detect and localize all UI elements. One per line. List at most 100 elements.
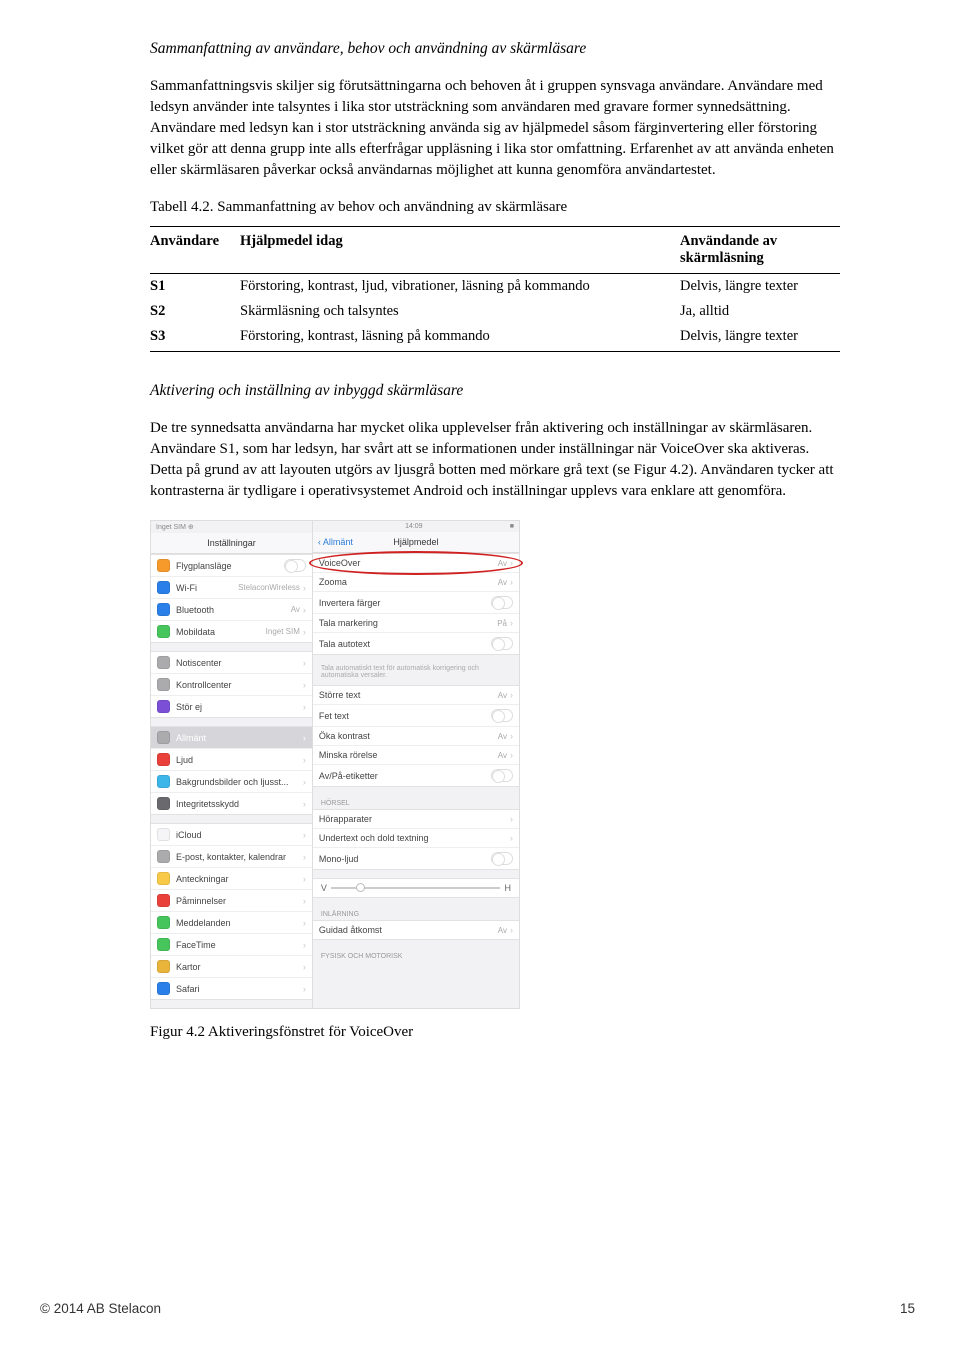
chevron-right-icon: › [303,658,306,668]
settings-row[interactable]: Allmänt › [151,727,312,749]
toggle-switch[interactable] [491,709,513,722]
cell-value: Av [498,691,507,700]
settings-row[interactable]: Kontrollcenter › [151,674,312,696]
cell-label: Flygplansläge [176,561,284,571]
chevron-right-icon: › [510,731,513,741]
settings-row[interactable]: Bakgrundsbilder och ljusst... › [151,771,312,793]
settings-row[interactable]: Wi-Fi StelaconWireless› [151,577,312,599]
settings-row[interactable]: E-post, kontakter, kalendrar › [151,846,312,868]
settings-row[interactable]: Safari › [151,978,312,999]
settings-row[interactable]: Kartor › [151,956,312,978]
app-icon [157,872,170,885]
right-navbar-title: Hjälpmedel [393,537,438,547]
settings-row[interactable]: Notiscenter › [151,652,312,674]
cell-label: Wi-Fi [176,583,238,593]
chevron-right-icon: › [303,777,306,787]
app-icon [157,916,170,929]
toggle-switch[interactable] [491,637,513,650]
cell-label: Tala autotext [319,639,491,649]
cell-label: Notiscenter [176,658,303,668]
cell-label: Zooma [319,577,498,587]
settings-row[interactable]: Större text Av› [313,686,519,705]
settings-row[interactable]: Ljud › [151,749,312,771]
chevron-right-icon: › [303,962,306,972]
settings-row[interactable]: Minska rörelse Av› [313,746,519,765]
settings-row[interactable]: Öka kontrast Av› [313,727,519,746]
settings-row[interactable]: FaceTime › [151,934,312,956]
settings-row[interactable]: Flygplansläge [151,555,312,577]
settings-row[interactable]: Meddelanden › [151,912,312,934]
th-aid: Hjälpmedel idag [240,227,680,274]
cell-usage: Ja, alltid [680,299,840,324]
settings-row[interactable]: Tala autotext [313,633,519,654]
cell-label: Kartor [176,962,303,972]
settings-row[interactable]: iCloud › [151,824,312,846]
app-icon [157,894,170,907]
settings-row[interactable]: Zooma Av› [313,573,519,592]
cell-label: Invertera färger [319,598,491,608]
cell-value: Av [498,751,507,760]
balance-slider[interactable]: V H [313,879,519,897]
app-icon [157,850,170,863]
cell-usage: Delvis, längre texter [680,324,840,352]
toggle-switch[interactable] [491,852,513,865]
figure-ios-settings: Inget SIM ⊕ Inställningar Flygplansläge … [150,520,520,1009]
settings-row[interactable]: Integritetsskydd › [151,793,312,814]
cell-label: Hörapparater [319,814,510,824]
chevron-right-icon: › [510,690,513,700]
chevron-right-icon: › [510,558,513,568]
app-icon [157,625,170,638]
settings-row[interactable]: Tala markering På› [313,614,519,633]
settings-row[interactable]: Mobildata Inget SIM› [151,621,312,642]
cell-value: StelaconWireless [238,583,300,592]
th-user: Användare [150,227,240,274]
settings-row[interactable]: Anteckningar › [151,868,312,890]
section-header: INLÄRNING [313,906,519,920]
section-header: FYSISK OCH MOTORISK [313,948,519,962]
toggle-switch[interactable] [284,559,306,572]
chevron-right-icon: › [510,925,513,935]
cell-aid: Förstoring, kontrast, ljud, vibrationer,… [240,274,680,300]
settings-row[interactable]: Guidad åtkomst Av› [313,921,519,939]
table-row: S1 Förstoring, kontrast, ljud, vibration… [150,274,840,300]
settings-row[interactable]: Fet text [313,705,519,727]
footer-copyright: © 2014 AB Stelacon [40,1301,161,1316]
chevron-right-icon: › [510,833,513,843]
cell-label: iCloud [176,830,303,840]
chevron-right-icon: › [510,750,513,760]
cell-label: Bluetooth [176,605,291,615]
settings-row[interactable]: Undertext och dold textning › [313,829,519,848]
settings-row[interactable]: Invertera färger [313,592,519,614]
cell-label: Mobildata [176,627,266,637]
section-heading-2: Aktivering och inställning av inbyggd sk… [150,382,840,400]
app-icon [157,797,170,810]
settings-row[interactable]: Påminnelser › [151,890,312,912]
cell-label: Tala markering [319,618,497,628]
chevron-right-icon: › [303,755,306,765]
toggle-switch[interactable] [491,769,513,782]
settings-row[interactable]: Av/På-etiketter [313,765,519,786]
left-navbar-title: Inställningar [151,533,312,554]
chevron-right-icon: › [510,577,513,587]
settings-row[interactable]: VoiceOver Av› [313,554,519,573]
cell-label: Öka kontrast [319,731,498,741]
cell-label: Påminnelser [176,896,303,906]
figure-caption: Figur 4.2 Aktiveringsfönstret för VoiceO… [150,1024,840,1041]
app-icon [157,559,170,572]
cell-value: Av [498,732,507,741]
chevron-right-icon: › [510,618,513,628]
chevron-right-icon: › [303,830,306,840]
slider-left-label: V [321,883,327,893]
settings-row[interactable]: Mono-ljud [313,848,519,869]
toggle-switch[interactable] [491,596,513,609]
back-button[interactable]: ‹ Allmänt [318,537,353,547]
settings-row[interactable]: Bluetooth Av› [151,599,312,621]
app-icon [157,960,170,973]
cell-label: Integritetsskydd [176,799,303,809]
cell-label: Fet text [319,711,491,721]
chevron-right-icon: › [303,984,306,994]
app-icon [157,828,170,841]
settings-row[interactable]: Stör ej › [151,696,312,717]
cell-label: Meddelanden [176,918,303,928]
settings-row[interactable]: Hörapparater › [313,810,519,829]
